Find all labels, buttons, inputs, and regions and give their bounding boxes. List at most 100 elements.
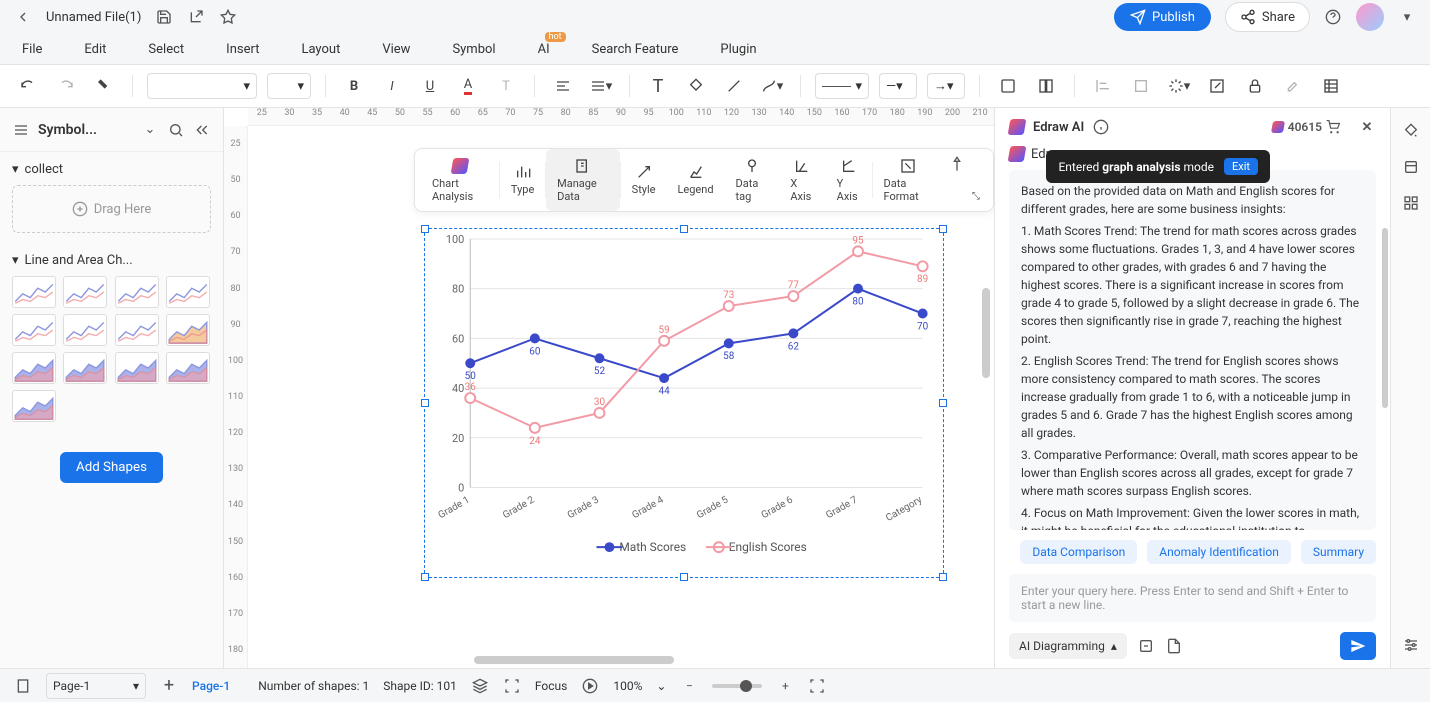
fill-icon[interactable] — [682, 72, 710, 100]
ftool-manage-data[interactable]: Manage Data — [546, 149, 620, 211]
add-page-icon[interactable]: + — [160, 677, 178, 695]
menu-file[interactable]: File — [22, 42, 42, 57]
save-icon[interactable] — [155, 8, 173, 26]
chart-thumb[interactable] — [12, 314, 56, 346]
bold-icon[interactable]: B — [340, 72, 368, 100]
tools-icon[interactable] — [1279, 72, 1307, 100]
align-obj-icon[interactable] — [1089, 72, 1117, 100]
chart-thumb[interactable] — [166, 276, 210, 308]
rail-shape-icon[interactable] — [1402, 158, 1420, 176]
chart-thumb[interactable] — [12, 390, 56, 422]
chart-thumb[interactable] — [166, 314, 210, 346]
font-color-icon[interactable]: A — [454, 72, 482, 100]
credits[interactable]: 40615 — [1272, 119, 1340, 135]
menu-layout[interactable]: Layout — [301, 42, 340, 57]
text-tool-icon[interactable]: T — [644, 72, 672, 100]
export-icon[interactable] — [187, 8, 205, 26]
rail-grid-icon[interactable] — [1402, 194, 1420, 212]
avatar[interactable] — [1356, 3, 1384, 31]
star-icon[interactable] — [219, 8, 237, 26]
help-icon[interactable] — [1324, 8, 1342, 26]
menu-symbol[interactable]: Symbol — [452, 42, 495, 57]
ai-scrollbar[interactable] — [1382, 228, 1388, 408]
section-collect[interactable]: ▾ collect — [12, 162, 211, 177]
zoom-out-icon[interactable]: − — [680, 677, 698, 695]
connector-icon[interactable]: ▾ — [758, 72, 786, 100]
chart-thumb[interactable] — [63, 314, 107, 346]
ftool-datatag[interactable]: Data tag — [725, 149, 780, 211]
redo-icon[interactable] — [52, 72, 80, 100]
caret-down-icon[interactable]: ▾ — [1398, 8, 1416, 26]
menu-edit[interactable]: Edit — [84, 42, 106, 57]
ai-mode-select[interactable]: AI Diagramming ▴ — [1009, 633, 1127, 659]
arrow-start-select[interactable]: —▾ — [879, 73, 917, 99]
image2-icon[interactable] — [1032, 72, 1060, 100]
font-family-select[interactable]: ▾ — [147, 73, 257, 99]
query-input[interactable]: Enter your query here. Press Enter to se… — [1009, 574, 1376, 622]
ftool-legend[interactable]: Legend — [667, 149, 725, 211]
zoom-in-icon[interactable]: + — [776, 677, 794, 695]
rail-fill-icon[interactable] — [1402, 122, 1420, 140]
underline-icon[interactable]: U — [416, 72, 444, 100]
menu-search[interactable]: Search Feature — [592, 42, 679, 57]
chevron-down-icon[interactable]: ⌄ — [141, 121, 159, 139]
doc-icon[interactable] — [1165, 637, 1183, 655]
add-shapes-button[interactable]: Add Shapes — [60, 452, 163, 483]
zoom-value[interactable]: 100% — [613, 679, 642, 693]
arrow-end-select[interactable]: →▾ — [927, 73, 965, 99]
close-icon[interactable]: ✕ — [1358, 118, 1376, 136]
publish-button[interactable]: Publish — [1114, 3, 1211, 31]
table-icon[interactable] — [1317, 72, 1345, 100]
send-button[interactable] — [1340, 632, 1376, 660]
chart-thumb[interactable] — [12, 276, 56, 308]
line-color-icon[interactable] — [720, 72, 748, 100]
focus-label[interactable]: Focus — [535, 679, 567, 693]
ftool-chart-analysis[interactable]: Chart Analysis — [421, 149, 499, 211]
chart-thumb[interactable] — [12, 352, 56, 384]
italic-icon[interactable]: I — [378, 72, 406, 100]
edit-shape-icon[interactable] — [1203, 72, 1231, 100]
align-icon[interactable] — [549, 72, 577, 100]
pin-icon[interactable] — [949, 155, 965, 173]
chart-object[interactable]: 020406080100Grade 1Grade 2Grade 3Grade 4… — [424, 228, 944, 578]
menu-plugin[interactable]: Plugin — [720, 42, 756, 57]
attach-icon[interactable] — [1137, 637, 1155, 655]
chart-thumb[interactable] — [115, 314, 159, 346]
chip-anomaly[interactable]: Anomaly Identification — [1147, 540, 1291, 564]
chip-data-comparison[interactable]: Data Comparison — [1020, 540, 1137, 564]
chip-summary[interactable]: Summary — [1301, 540, 1376, 564]
ftool-xaxis[interactable]: X Axis — [779, 149, 825, 211]
section-linearea[interactable]: ▾ Line and Area Ch... — [12, 253, 211, 268]
ftool-style[interactable]: Style — [621, 149, 667, 211]
rail-settings-icon[interactable] — [1402, 636, 1420, 654]
fullscreen-icon[interactable] — [808, 677, 826, 695]
exit-button[interactable]: Exit — [1224, 158, 1258, 175]
info-icon[interactable] — [1092, 118, 1110, 136]
expand-icon[interactable]: ⤡ — [969, 187, 983, 205]
back-icon[interactable] — [14, 8, 32, 26]
ftool-dataformat[interactable]: Data Format — [873, 149, 943, 211]
chart-thumb[interactable] — [166, 352, 210, 384]
ftool-type[interactable]: Type — [500, 149, 545, 211]
h-scrollbar[interactable] — [474, 656, 674, 664]
chart-thumb[interactable] — [63, 276, 107, 308]
page-tab[interactable]: Page-1 — [192, 679, 230, 693]
collapse-icon[interactable] — [193, 121, 211, 139]
menu-select[interactable]: Select — [148, 42, 184, 57]
image1-icon[interactable] — [994, 72, 1022, 100]
format-painter-icon[interactable] — [90, 72, 118, 100]
play-icon[interactable] — [581, 677, 599, 695]
ftool-yaxis[interactable]: Y Axis — [826, 149, 872, 211]
text-style-icon[interactable]: T — [492, 72, 520, 100]
group-icon[interactable] — [1127, 72, 1155, 100]
page-select[interactable]: Page-1▾ — [46, 673, 146, 699]
chart-thumb[interactable] — [115, 276, 159, 308]
search-icon[interactable] — [167, 121, 185, 139]
menu-view[interactable]: View — [382, 42, 410, 57]
line-style-select[interactable]: ▾ — [815, 73, 869, 99]
chart-thumb[interactable] — [115, 352, 159, 384]
spacing-icon[interactable]: ▾ — [587, 72, 615, 100]
focus-icon[interactable] — [503, 677, 521, 695]
library-icon[interactable] — [12, 121, 30, 139]
v-scrollbar[interactable] — [982, 288, 990, 378]
